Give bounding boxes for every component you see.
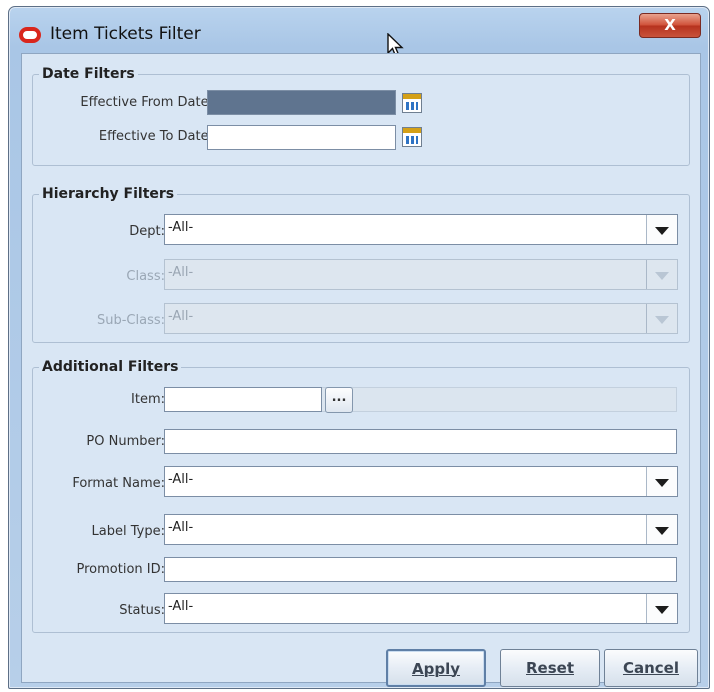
title-bar[interactable]: Item Tickets Filter X: [9, 7, 709, 51]
chevron-down-icon[interactable]: [646, 594, 677, 623]
class-value: -All-: [168, 265, 194, 280]
label-type-dropdown[interactable]: -All-: [164, 514, 678, 545]
dialog-window: Item Tickets Filter X Date Filters Effec…: [8, 6, 710, 689]
reset-button[interactable]: Reset: [500, 649, 600, 687]
dept-label: Dept:: [129, 224, 165, 239]
format-name-dropdown[interactable]: -All-: [164, 466, 678, 497]
chevron-down-icon[interactable]: [646, 260, 677, 289]
subclass-value: -All-: [168, 309, 194, 324]
dept-dropdown[interactable]: -All-: [164, 214, 678, 245]
subclass-dropdown[interactable]: -All-: [164, 303, 678, 334]
effective-to-calendar-icon[interactable]: [402, 127, 422, 147]
class-dropdown[interactable]: -All-: [164, 259, 678, 290]
dialog-content: Date Filters Effective From Date: Effect…: [21, 53, 701, 687]
promotion-id-input[interactable]: [164, 557, 677, 582]
item-lookup-button[interactable]: ...: [325, 387, 353, 413]
close-button[interactable]: X: [639, 13, 701, 38]
status-value: -All-: [168, 599, 194, 614]
effective-from-calendar-icon[interactable]: [402, 93, 422, 113]
class-label: Class:: [126, 269, 165, 284]
status-label: Status:: [119, 603, 165, 618]
date-filters-legend: Date Filters: [39, 66, 138, 82]
effective-from-date-field[interactable]: [207, 90, 396, 115]
label-type-value: -All-: [168, 520, 194, 535]
cancel-button[interactable]: Cancel: [604, 649, 698, 687]
format-name-value: -All-: [168, 472, 194, 487]
chevron-down-icon[interactable]: [646, 515, 677, 544]
dept-value: -All-: [168, 220, 194, 235]
chevron-down-icon[interactable]: [646, 467, 677, 496]
item-label: Item:: [131, 392, 165, 407]
hierarchy-filters-group: Hierarchy Filters Dept: -All- Class: -Al…: [32, 186, 690, 343]
window-title: Item Tickets Filter: [50, 24, 201, 44]
apply-button[interactable]: Apply: [386, 649, 486, 687]
subclass-label: Sub-Class:: [96, 313, 165, 328]
hierarchy-filters-legend: Hierarchy Filters: [39, 186, 178, 202]
po-number-label: PO Number:: [86, 434, 165, 449]
status-dropdown[interactable]: -All-: [164, 593, 678, 624]
po-number-input[interactable]: [164, 429, 677, 454]
effective-to-label: Effective To Date:: [98, 129, 213, 144]
additional-filters-group: Additional Filters Item: ... PO Number: …: [32, 359, 690, 633]
item-input[interactable]: [164, 387, 322, 412]
format-name-label: Format Name:: [72, 476, 165, 491]
chevron-down-icon[interactable]: [646, 304, 677, 333]
chevron-down-icon[interactable]: [646, 215, 677, 244]
additional-filters-legend: Additional Filters: [39, 359, 182, 375]
effective-to-date-field[interactable]: [207, 125, 396, 150]
label-type-label: Label Type:: [91, 524, 165, 539]
app-logo-icon: [19, 27, 41, 43]
effective-from-label: Effective From Date:: [80, 95, 213, 110]
date-filters-group: Date Filters Effective From Date: Effect…: [32, 66, 690, 166]
promotion-id-label: Promotion ID:: [76, 562, 166, 577]
